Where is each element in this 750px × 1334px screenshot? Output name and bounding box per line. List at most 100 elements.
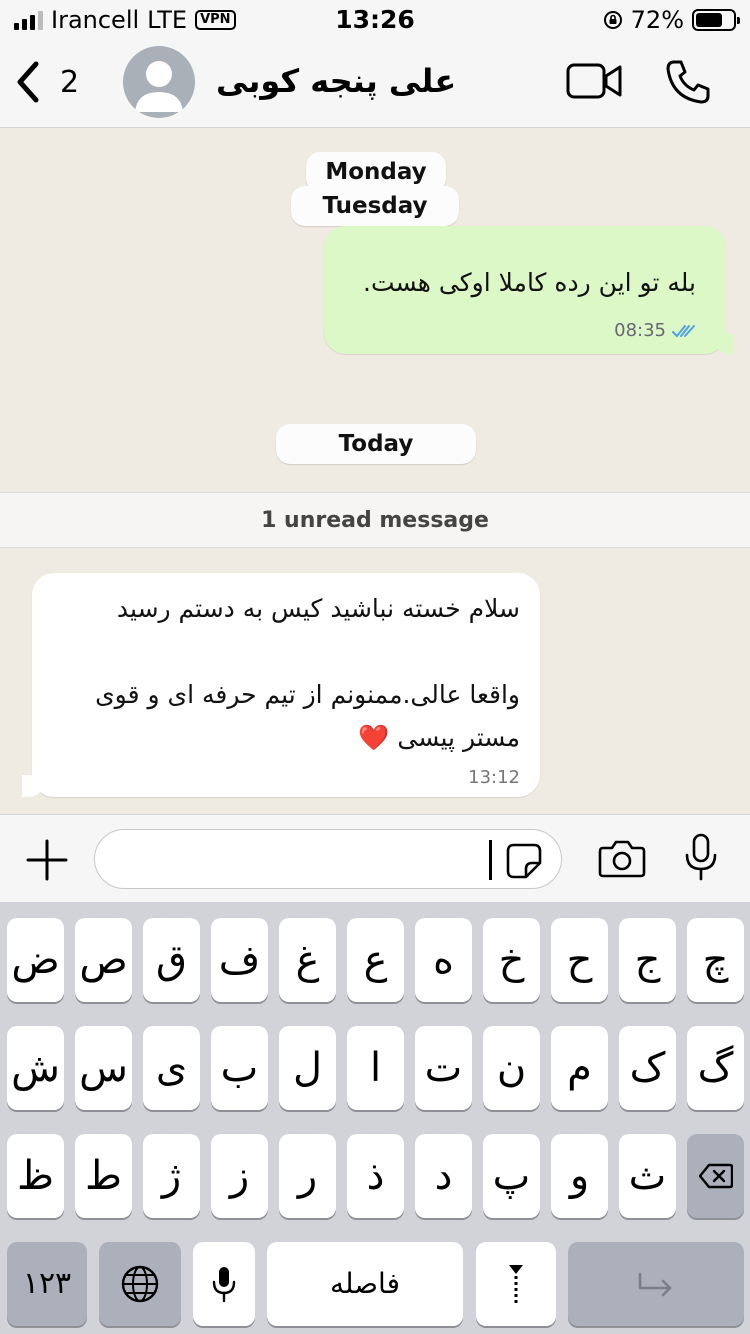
- camera-button[interactable]: [598, 839, 646, 883]
- key-row1[interactable]: خ: [483, 918, 540, 1002]
- backspace-icon: [698, 1163, 733, 1189]
- key-label: غ: [295, 937, 320, 983]
- key-row3[interactable]: ط: [75, 1134, 132, 1218]
- key-label: ط: [85, 1153, 122, 1199]
- globe-key[interactable]: [99, 1242, 181, 1326]
- message-time: 08:35: [614, 320, 666, 341]
- key-row1[interactable]: غ: [279, 918, 336, 1002]
- zwnj-icon: [509, 1265, 523, 1304]
- key-label: ف: [218, 937, 261, 983]
- message-field[interactable]: [94, 829, 562, 889]
- zwnj-key[interactable]: [476, 1242, 556, 1326]
- sticker-icon: [506, 843, 542, 879]
- key-row2[interactable]: ت: [415, 1026, 472, 1110]
- key-label: ع: [363, 937, 388, 983]
- key-row3[interactable]: ث: [619, 1134, 676, 1218]
- key-row1[interactable]: ض: [7, 918, 64, 1002]
- key-row3[interactable]: ر: [279, 1134, 336, 1218]
- chevron-left-icon: [17, 61, 39, 103]
- unread-divider: 1 unread message: [0, 492, 750, 548]
- key-label: و: [569, 1153, 590, 1199]
- chat-header: 2 علی پنجه کوبی: [0, 40, 750, 128]
- date-label-today: Today: [276, 424, 476, 464]
- key-row3[interactable]: ظ: [7, 1134, 64, 1218]
- key-label: خ: [498, 937, 525, 983]
- key-row2[interactable]: ا: [347, 1026, 404, 1110]
- phone-icon: [666, 60, 710, 104]
- back-button[interactable]: 2: [14, 60, 79, 104]
- key-row1[interactable]: ح: [551, 918, 608, 1002]
- text-caret: [489, 840, 492, 880]
- globe-icon: [121, 1265, 159, 1303]
- key-row2[interactable]: ل: [279, 1026, 336, 1110]
- key-row1[interactable]: ق: [143, 918, 200, 1002]
- return-key[interactable]: [568, 1242, 744, 1326]
- avatar[interactable]: [123, 46, 195, 118]
- key-label: ی: [155, 1045, 188, 1091]
- key-label: س: [79, 1045, 128, 1091]
- key-label: ژ: [161, 1153, 182, 1199]
- key-row3[interactable]: پ: [483, 1134, 540, 1218]
- voice-message-button[interactable]: [684, 833, 718, 885]
- key-row2[interactable]: ش: [7, 1026, 64, 1110]
- dictation-key[interactable]: [193, 1242, 255, 1326]
- key-row1[interactable]: چ: [687, 918, 744, 1002]
- outgoing-message[interactable]: بله تو این رده کاملا اوکی هست. 08:35: [324, 226, 734, 354]
- message-time: 13:12: [468, 767, 520, 788]
- key-row2[interactable]: ی: [143, 1026, 200, 1110]
- key-row1[interactable]: ف: [211, 918, 268, 1002]
- contact-name[interactable]: علی پنجه کوبی: [216, 62, 456, 100]
- person-icon: [135, 61, 183, 112]
- video-camera-icon: [566, 63, 622, 99]
- incoming-message[interactable]: سلام خسته نباشید کیس به دستم رسید واقعا …: [22, 573, 540, 797]
- chat-area[interactable]: Monday Tuesday بله تو این رده کاملا اوکی…: [0, 128, 750, 814]
- message-input[interactable]: [113, 830, 473, 888]
- key-row3[interactable]: ذ: [347, 1134, 404, 1218]
- battery-percent: 72%: [630, 6, 684, 34]
- space-key[interactable]: فاصله: [267, 1242, 463, 1326]
- key-row1[interactable]: ه: [415, 918, 472, 1002]
- key-label: ز: [229, 1153, 250, 1199]
- message-input-bar: [0, 814, 750, 902]
- key-row1[interactable]: ع: [347, 918, 404, 1002]
- plus-icon: [26, 839, 68, 881]
- key-label: ل: [292, 1045, 323, 1091]
- key-row2[interactable]: س: [75, 1026, 132, 1110]
- key-label: م: [567, 1045, 592, 1091]
- status-bar: Irancell LTE VPN 13:26 72%: [0, 0, 750, 40]
- key-row1[interactable]: ص: [75, 918, 132, 1002]
- key-row2[interactable]: م: [551, 1026, 608, 1110]
- voice-call-button[interactable]: [664, 58, 712, 110]
- attach-button[interactable]: [26, 839, 68, 885]
- microphone-icon: [685, 833, 717, 881]
- date-label-tuesday: Tuesday: [291, 186, 459, 226]
- key-row2[interactable]: گ: [687, 1026, 744, 1110]
- bubble-tail: [22, 775, 46, 797]
- key-row2[interactable]: ب: [211, 1026, 268, 1110]
- key-label: ب: [220, 1045, 259, 1091]
- key-label: گ: [697, 1045, 734, 1091]
- key-label: ص: [79, 937, 128, 983]
- message-text: بله تو این رده کاملا اوکی هست.: [363, 268, 696, 297]
- delete-key[interactable]: [687, 1134, 744, 1218]
- key-row2[interactable]: ن: [483, 1026, 540, 1110]
- sticker-button[interactable]: [505, 842, 543, 884]
- key-row3[interactable]: ژ: [143, 1134, 200, 1218]
- key-row3[interactable]: و: [551, 1134, 608, 1218]
- key-row3[interactable]: ز: [211, 1134, 268, 1218]
- key-row2[interactable]: ک: [619, 1026, 676, 1110]
- key-label: ۱۲۳: [22, 1266, 72, 1301]
- key-label: ه: [433, 937, 454, 983]
- key-label: ث: [628, 1153, 667, 1199]
- key-row3[interactable]: د: [415, 1134, 472, 1218]
- key-label: چ: [702, 937, 729, 983]
- video-call-button[interactable]: [566, 62, 622, 104]
- key-label: ک: [629, 1045, 666, 1091]
- message-meta: 08:35: [614, 320, 696, 341]
- bubble-tail: [712, 334, 734, 354]
- status-right: 72%: [603, 6, 740, 34]
- numbers-key[interactable]: ۱۲۳: [7, 1242, 87, 1326]
- key-row1[interactable]: ج: [619, 918, 676, 1002]
- key-label: ذ: [366, 1153, 385, 1199]
- message-text: سلام خسته نباشید کیس به دستم رسید واقعا …: [95, 594, 520, 752]
